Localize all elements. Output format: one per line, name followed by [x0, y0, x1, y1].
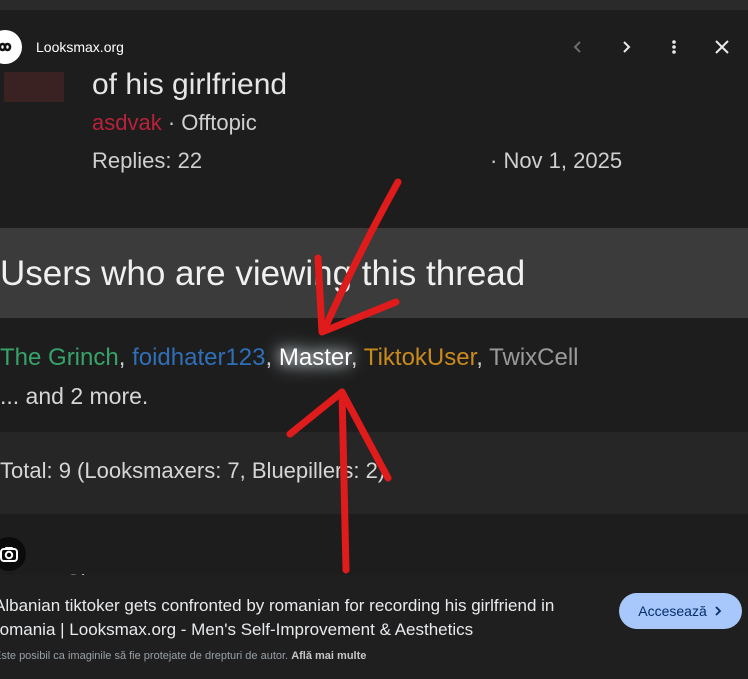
- thread-author: asdvak: [92, 110, 162, 135]
- visit-button-label: Accesează: [638, 603, 707, 619]
- visit-button[interactable]: Accesează: [619, 593, 742, 629]
- viewer-name: The Grinch: [0, 344, 119, 371]
- copyright-text: Este posibil ca imaginile să fie proteja…: [0, 650, 289, 662]
- close-icon[interactable]: [707, 32, 737, 62]
- viewing-title: Users who are viewing this thread: [0, 254, 526, 293]
- comma: ,: [350, 344, 364, 371]
- viewer-list: The Grinch, foidhater123, Master, Tiktok…: [0, 344, 579, 372]
- site-name[interactable]: Looksmax.org: [36, 39, 124, 55]
- chevron-left-icon[interactable]: [563, 32, 593, 62]
- comma: ,: [118, 344, 133, 371]
- chevron-right-icon[interactable]: [611, 32, 641, 62]
- viewer-name: TiktokUser: [363, 344, 477, 371]
- comma: ,: [265, 344, 279, 371]
- thread-forum: Offtopic: [181, 110, 257, 135]
- learn-more-link[interactable]: Află mai multe: [291, 650, 366, 662]
- thread-date: · Nov 1, 2025: [490, 148, 623, 173]
- comma: ,: [476, 344, 490, 371]
- viewer-total: Total: 9 (Looksmaxers: 7, Bluepillers: 2…: [0, 458, 386, 483]
- preview-image: of his girlfriend asdvak · Offtopic Repl…: [0, 10, 748, 575]
- meta-separator: ·: [161, 110, 182, 135]
- copyright-notice: Este posibil ca imaginile să fie proteja…: [0, 650, 366, 662]
- thread-avatar: [4, 72, 64, 102]
- image-caption[interactable]: Albanian tiktoker gets confronted by rom…: [0, 594, 594, 642]
- lens-icon[interactable]: [0, 537, 26, 571]
- viewer-name-highlighted: Master: [278, 344, 351, 371]
- thread-title: of his girlfriend: [92, 68, 288, 101]
- more-vert-icon[interactable]: [659, 32, 689, 62]
- thread-meta: asdvak · Offtopic: [92, 110, 257, 136]
- more-viewers: ... and 2 more.: [0, 383, 149, 409]
- chevron-right-icon: [715, 606, 722, 616]
- viewer-name: TwixCell: [489, 344, 579, 371]
- viewer-name: foidhater123: [132, 344, 266, 371]
- infinity-logo-icon: [0, 42, 12, 52]
- thread-replies: Replies: 22: [92, 148, 203, 173]
